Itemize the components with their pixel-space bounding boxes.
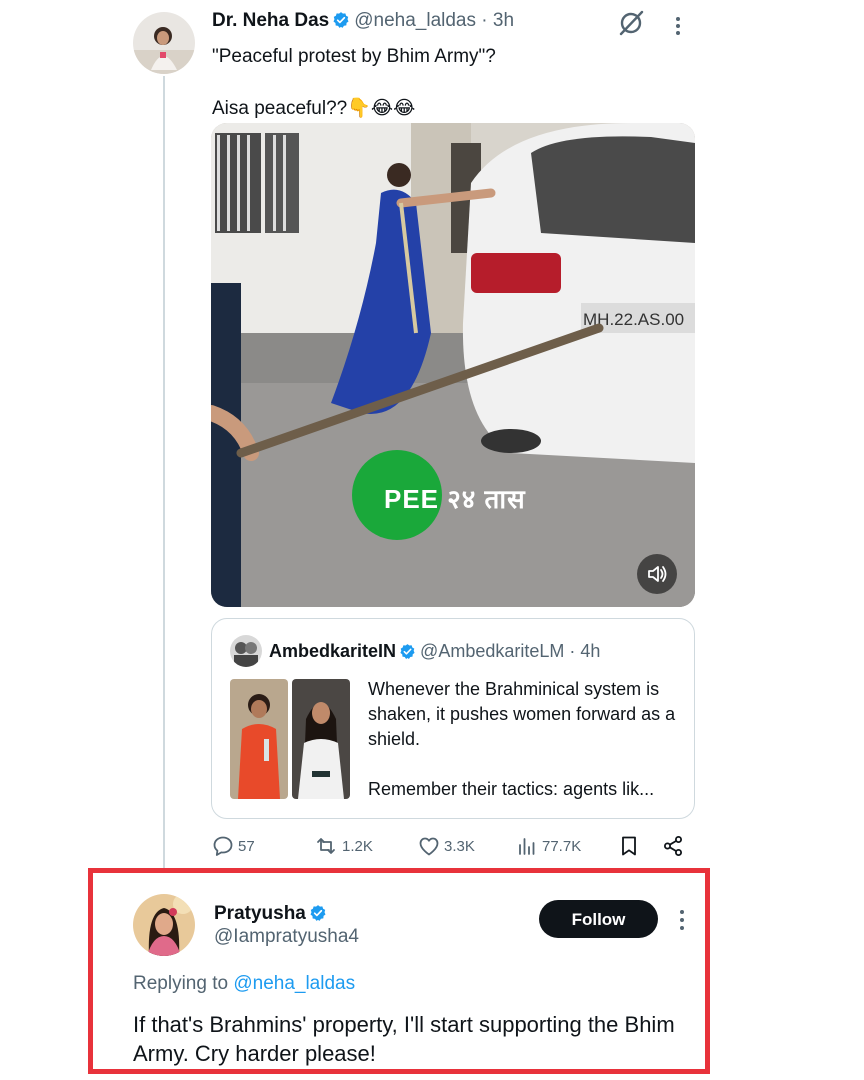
bookmark-icon (617, 834, 644, 858)
verified-badge-icon (332, 11, 350, 35)
tweet-actions: 57 1.2K 3.3K 77.7K (211, 834, 695, 860)
separator-dot: · (481, 10, 488, 31)
author-handle[interactable]: @neha_laldas (354, 10, 476, 31)
mute-icon[interactable] (637, 554, 677, 594)
verified-badge-icon (309, 904, 327, 928)
tweet-text: "Peaceful protest by Bhim Army"? Aisa pe… (212, 46, 496, 119)
bookmark-button[interactable] (617, 834, 644, 858)
quoted-text-line: Whenever the Brahminical system is shake… (368, 679, 676, 749)
quoted-image-left (230, 679, 288, 799)
share-button[interactable] (661, 834, 688, 858)
reply-button[interactable]: 57 (211, 834, 255, 858)
replying-to: Replying to @neha_laldas (133, 973, 355, 995)
follow-button[interactable]: Follow (539, 900, 658, 938)
replying-mention-link[interactable]: @neha_laldas (233, 973, 355, 994)
reply-icon (211, 834, 238, 858)
grok-icon[interactable] (616, 8, 646, 43)
repost-icon (313, 834, 342, 858)
quoted-author-name: AmbedkariteIN (269, 641, 397, 661)
quoted-text: Whenever the Brahminical system is shake… (368, 677, 688, 802)
like-count: 3.3K (444, 837, 475, 855)
author-avatar[interactable] (133, 12, 195, 74)
reply-author-avatar[interactable] (133, 894, 195, 956)
reply-author-name-row: Pratyusha (214, 903, 331, 928)
reply-count: 57 (238, 837, 255, 855)
thread-connector-line (163, 76, 165, 872)
views-button[interactable]: 77.7K (515, 834, 581, 858)
like-icon (417, 834, 444, 858)
views-icon (515, 834, 542, 858)
video-overlay-text: PEE २४ तास (384, 484, 526, 514)
repost-button[interactable]: 1.2K (313, 834, 373, 858)
quoted-tweet[interactable]: AmbedkariteIN @AmbedkariteLM · 4h Wheneve… (211, 618, 695, 819)
views-count: 77.7K (542, 837, 582, 855)
more-icon[interactable] (676, 14, 680, 38)
quoted-image-right (292, 679, 350, 799)
share-icon (661, 834, 688, 858)
tweet-video[interactable]: MH.22.AS.00 (211, 123, 695, 607)
reply-author-name[interactable]: Pratyusha (214, 903, 306, 924)
quoted-time: 4h (580, 641, 601, 661)
like-button[interactable]: 3.3K (417, 834, 475, 858)
replying-prefix: Replying to (133, 973, 229, 994)
tweet-time[interactable]: 3h (493, 10, 514, 31)
separator-dot: · (569, 641, 576, 661)
quoted-text-line: Remember their tactics: agents lik... (368, 779, 655, 799)
reply-text: If that's Brahmins' property, I'll start… (133, 1012, 675, 1066)
quoted-header: AmbedkariteIN @AmbedkariteLM · 4h (269, 641, 600, 665)
repost-count: 1.2K (342, 837, 373, 855)
reply-author-handle[interactable]: @Iampratyusha4 (214, 926, 359, 948)
author-name[interactable]: Dr. Neha Das (212, 10, 329, 31)
more-icon[interactable] (678, 908, 686, 937)
verified-badge-icon (399, 643, 416, 665)
tweet-header: Dr. Neha Das @neha_laldas · 3h (212, 10, 514, 35)
quoted-author-avatar (230, 635, 262, 667)
quoted-author-handle: @AmbedkariteLM (420, 641, 565, 661)
